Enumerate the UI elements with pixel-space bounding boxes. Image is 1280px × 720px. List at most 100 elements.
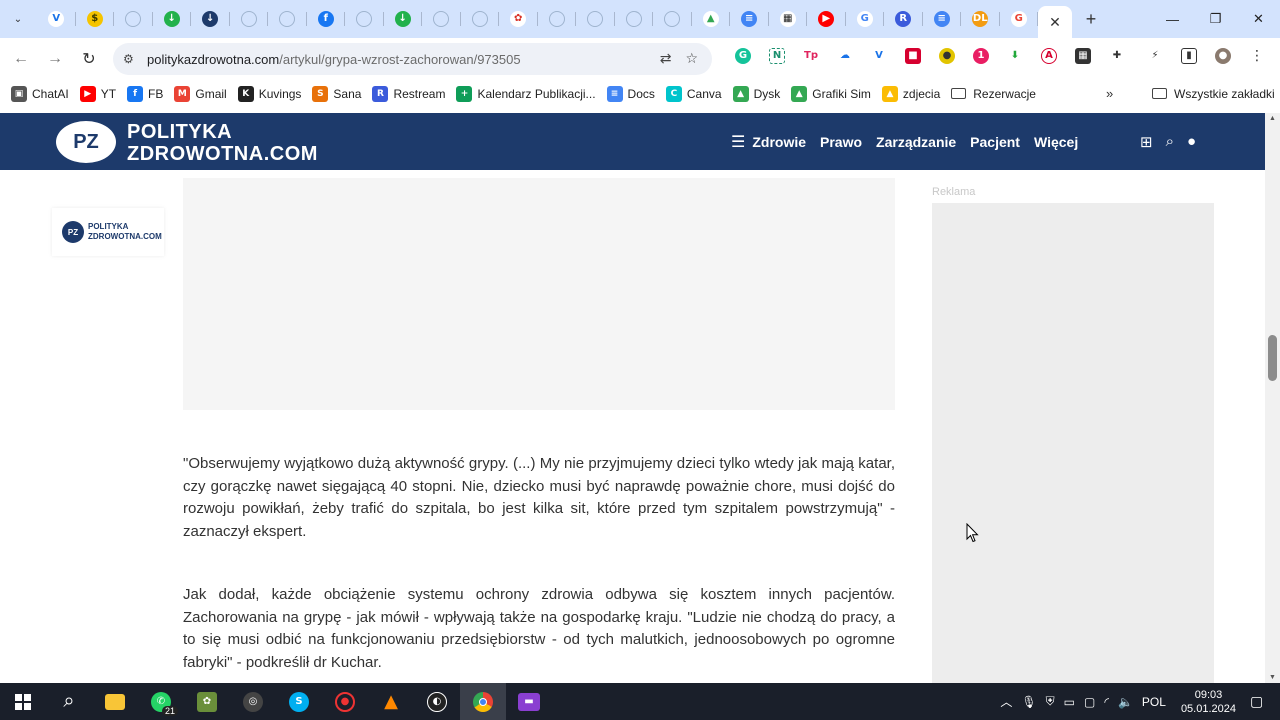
browser-tab[interactable]: G — [846, 0, 885, 38]
reload-icon[interactable]: ↻ — [72, 42, 106, 76]
browser-tab[interactable] — [576, 0, 615, 38]
browser-tab[interactable] — [114, 0, 153, 38]
chrome-icon[interactable] — [460, 683, 506, 720]
browser-tab[interactable]: $ — [76, 0, 115, 38]
v-ext-icon[interactable]: V — [862, 47, 896, 64]
minimize-icon[interactable]: — — [1151, 0, 1194, 38]
browser-tab[interactable]: ▦ — [769, 0, 808, 38]
language-indicator[interactable]: POL — [1142, 695, 1166, 709]
browser-tab[interactable]: ≡ — [923, 0, 962, 38]
app-icon-1[interactable]: ✿ — [184, 683, 230, 720]
browser-tab[interactable]: ↓ — [153, 0, 192, 38]
browser-tab[interactable]: ≡ — [730, 0, 769, 38]
bookmark-item[interactable]: ▲ Dysk — [732, 85, 780, 102]
wifi-icon[interactable]: ◜ — [1104, 695, 1109, 709]
tp-ext-icon[interactable]: Tp — [794, 47, 828, 64]
nav-wiecej[interactable]: Więcej — [1034, 134, 1078, 150]
bookmark-item[interactable]: f FB — [127, 85, 163, 102]
address-bar[interactable]: ⚙ polityka­zdrowotna.com/artykul/grypa-w… — [113, 43, 712, 75]
puzzle-extensions-icon[interactable]: ✚ — [1100, 47, 1134, 64]
clock[interactable]: 09:03 05.01.2024 — [1181, 688, 1236, 716]
restore-icon[interactable]: ❐ — [1194, 0, 1237, 38]
bookmark-item[interactable]: M Gmail — [174, 85, 227, 102]
back-icon[interactable]: ← — [4, 42, 38, 76]
browser-tab[interactable] — [345, 0, 384, 38]
nav-zdrowie[interactable]: Zdrowie — [752, 134, 806, 150]
site-logo-badge[interactable]: PZ — [56, 121, 116, 163]
browser-tab[interactable] — [230, 0, 269, 38]
badge-ext-icon[interactable]: 1 — [964, 47, 998, 64]
browser-tab[interactable] — [615, 0, 654, 38]
search-taskbar-icon[interactable]: ⌕ — [46, 683, 92, 720]
davinci-icon[interactable]: ◎ — [230, 683, 276, 720]
browser-tab[interactable]: ▶ — [807, 0, 846, 38]
whatsapp-icon[interactable]: ✆ 21 — [138, 683, 184, 720]
red-square-ext-icon[interactable]: ■ — [896, 47, 930, 64]
scroll-up-icon[interactable]: ▲ — [1269, 115, 1276, 122]
forward-icon[interactable]: → — [38, 42, 72, 76]
browser-tab[interactable]: ▲ — [692, 0, 731, 38]
translate-icon[interactable]: ⇄ — [660, 50, 672, 67]
bookmark-item[interactable]: S Sana — [312, 85, 361, 102]
menu-kebab-icon[interactable]: ⋮ — [1240, 47, 1274, 64]
search-icon[interactable]: ⌕ — [1166, 133, 1174, 150]
file-explorer-icon[interactable] — [92, 683, 138, 720]
display-icon[interactable]: ▢ — [1084, 695, 1095, 709]
bookmark-item[interactable]: ▣ ChatAI — [11, 85, 69, 102]
notification-icon[interactable]: ▢ — [1250, 693, 1280, 710]
hamburger-menu-icon[interactable]: ☰ — [731, 132, 745, 152]
battery-icon[interactable]: ▭ — [1064, 695, 1075, 709]
browser-tab[interactable]: DL — [961, 0, 1000, 38]
scroll-thumb[interactable] — [1268, 335, 1277, 381]
add-icon[interactable]: ⊞ — [1140, 133, 1153, 151]
browser-tab[interactable]: ✿ — [499, 0, 538, 38]
side-panel-icon[interactable]: ▮ — [1172, 47, 1206, 64]
user-account-icon[interactable]: ● — [1187, 133, 1196, 150]
bookmarks-overflow-chevron-icon[interactable]: » — [1106, 80, 1113, 107]
scroll-down-icon[interactable]: ▼ — [1269, 674, 1276, 681]
browser-tab[interactable] — [538, 0, 577, 38]
browser-tab[interactable] — [268, 0, 307, 38]
cloud-ext-icon[interactable]: ☁ — [828, 47, 862, 64]
all-bookmarks-folder[interactable]: Wszystkie zakładki — [1152, 80, 1275, 107]
browser-tab[interactable] — [422, 0, 461, 38]
site-logo-text[interactable]: POLITYKA ZDROWOTNA.COM — [127, 121, 318, 165]
browser-tab[interactable]: ↓ — [191, 0, 230, 38]
new-tab-button[interactable]: + — [1076, 4, 1106, 34]
windows-start-icon[interactable] — [0, 683, 46, 720]
clapper-icon[interactable]: ▬ — [506, 683, 552, 720]
tray-chevron-icon[interactable]: ︿ — [1000, 693, 1012, 710]
close-window-icon[interactable]: ✕ — [1237, 0, 1280, 38]
bookmark-star-icon[interactable]: ☆ — [685, 50, 698, 67]
browser-tab[interactable]: G — [1000, 0, 1039, 38]
bookmark-item[interactable]: + Kalendarz Publikacji... — [456, 85, 596, 102]
browser-tab[interactable]: R — [884, 0, 923, 38]
shield-icon[interactable]: ⛨ — [1046, 694, 1055, 709]
bookmark-item[interactable]: C Canva — [665, 85, 722, 102]
bookmark-item[interactable]: R Restream — [372, 85, 445, 102]
notion-ext-icon[interactable]: N — [760, 47, 794, 64]
obs-icon[interactable]: ◐ — [414, 683, 460, 720]
side-logo[interactable]: PZ POLITYKA ZDROWOTNA.COM — [52, 208, 164, 256]
browser-tab[interactable] — [461, 0, 500, 38]
tab-active-close-icon[interactable]: ✕ — [1038, 6, 1072, 38]
block-ext-icon[interactable]: A — [1032, 47, 1066, 64]
bookmark-item[interactable]: K Kuvings — [237, 85, 301, 102]
bookmark-item[interactable]: ▲ zdjecia — [881, 85, 940, 102]
bookmark-item[interactable]: ▶ YT — [79, 85, 116, 102]
url-text[interactable]: polityka­zdrowotna.com/artykul/grypa-wzr… — [147, 52, 521, 67]
record-icon[interactable]: ● — [322, 683, 368, 720]
page-scrollbar[interactable]: ▲ ▼ — [1265, 113, 1280, 683]
nav-pacjent[interactable]: Pacjent — [970, 134, 1020, 150]
browser-tab[interactable] — [653, 0, 692, 38]
yellow-circle-ext-icon[interactable]: ● — [930, 47, 964, 64]
microphone-icon[interactable]: 🎙 — [1021, 695, 1036, 709]
calendar-ext-icon[interactable]: ▦ — [1066, 47, 1100, 64]
profile-avatar[interactable]: ● — [1206, 47, 1240, 64]
browser-tab[interactable]: f — [307, 0, 346, 38]
browser-tab[interactable]: ↓ — [384, 0, 423, 38]
nav-prawo[interactable]: Prawo — [820, 134, 862, 150]
bookmark-item[interactable]: Rezerwacje — [951, 87, 1036, 101]
site-settings-icon[interactable]: ⚙ — [123, 52, 141, 66]
browser-tab[interactable]: V — [37, 0, 76, 38]
